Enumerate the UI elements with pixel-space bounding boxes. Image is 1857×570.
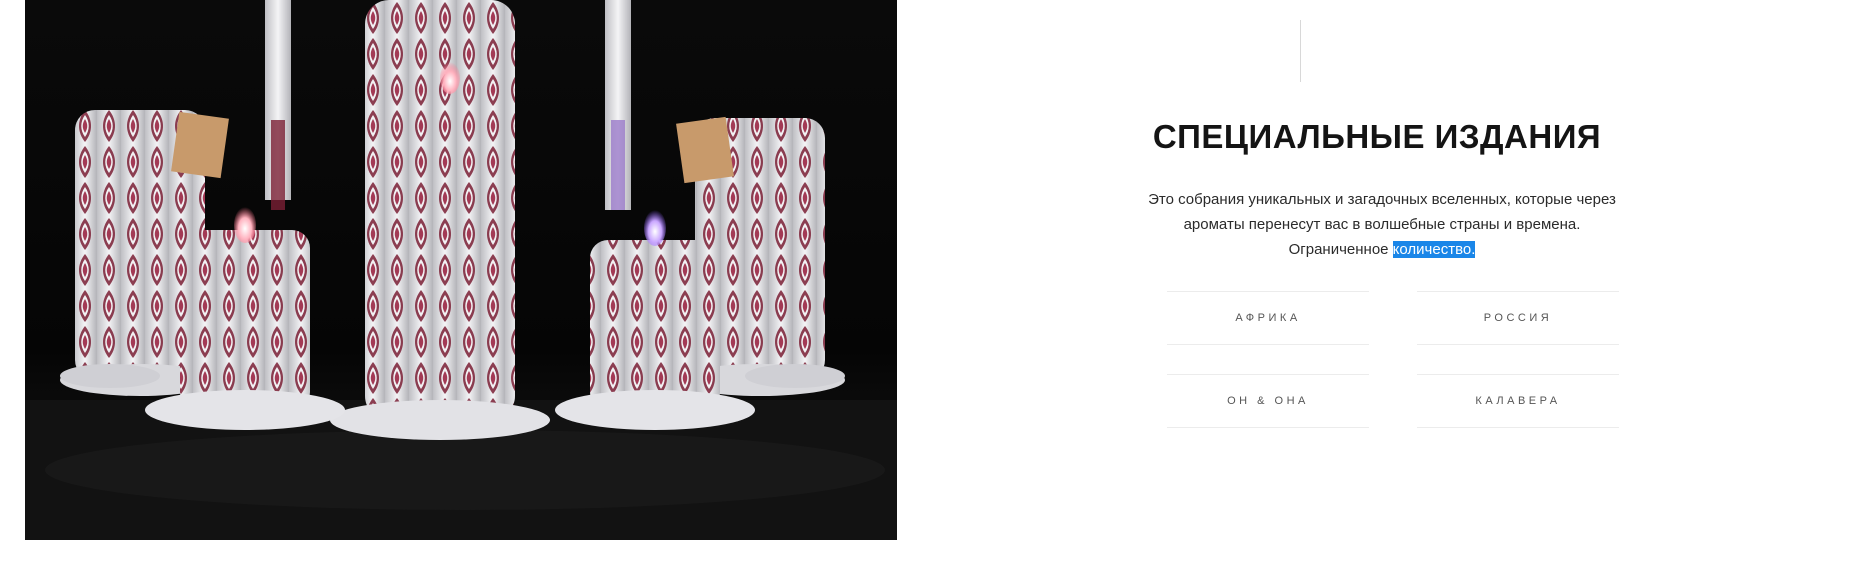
special-editions-section: СПЕЦИАЛЬНЫЕ ИЗДАНИЯ Это собрания уникаль… xyxy=(897,0,1857,570)
category-link-russia[interactable]: РОССИЯ xyxy=(1417,291,1619,345)
candles-photo xyxy=(25,0,897,540)
category-link-calavera[interactable]: КАЛАВЕРА xyxy=(1417,374,1619,428)
candles-image xyxy=(25,0,897,540)
category-link-africa[interactable]: АФРИКА xyxy=(1167,291,1369,345)
description-text: Это собрания уникальных и загадочных все… xyxy=(1148,191,1616,258)
section-title: СПЕЦИАЛЬНЫЕ ИЗДАНИЯ xyxy=(1152,118,1602,155)
vertical-divider xyxy=(1300,20,1301,82)
description-highlighted-text: количество. xyxy=(1392,241,1476,258)
category-link-he-and-she[interactable]: ОН & ОНА xyxy=(1167,374,1369,428)
section-description: Это собрания уникальных и загадочных все… xyxy=(1137,187,1627,262)
